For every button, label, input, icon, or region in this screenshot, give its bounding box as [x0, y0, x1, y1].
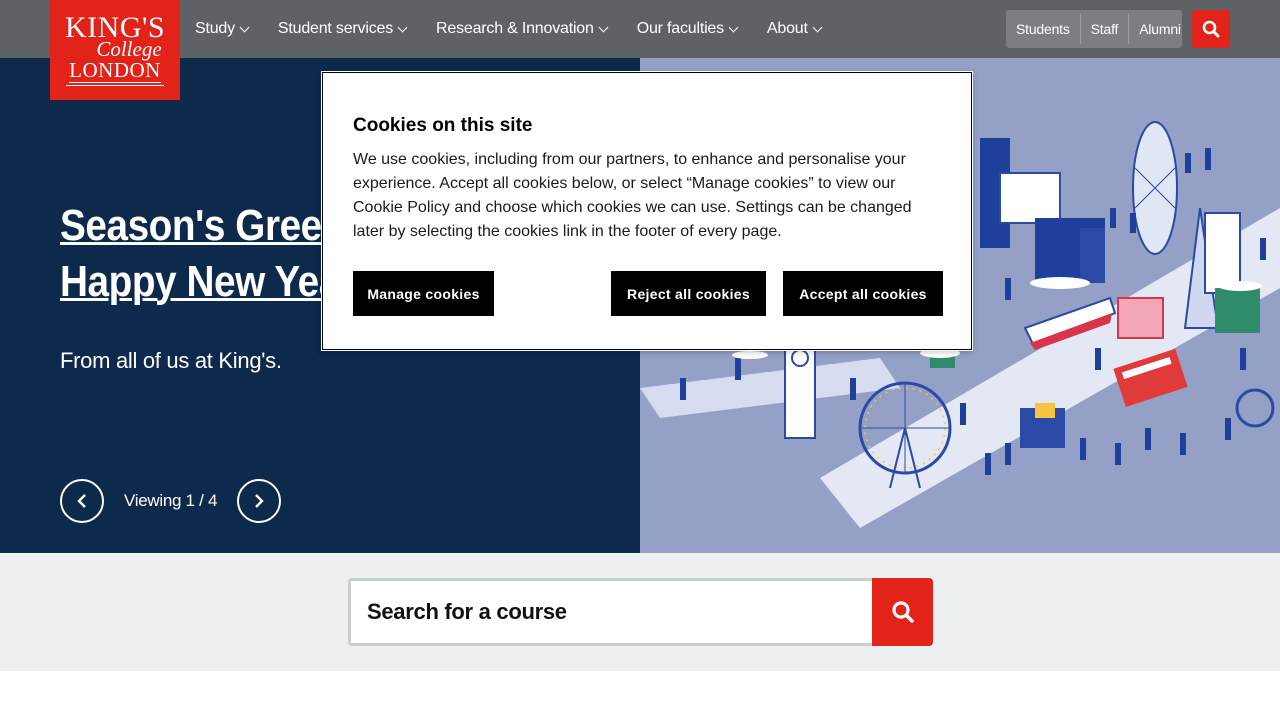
course-search-button[interactable] — [872, 578, 933, 646]
cookie-dialog-title: Cookies on this site — [353, 115, 533, 136]
search-icon — [891, 601, 914, 623]
header-search-button[interactable] — [1192, 10, 1230, 48]
carousel-position: Viewing 1 / 4 — [124, 491, 218, 510]
course-search-band — [0, 553, 1280, 671]
nav-study[interactable]: Study — [195, 20, 250, 38]
reject-all-cookies-button[interactable]: Reject all cookies — [611, 271, 766, 316]
chevron-down-icon — [728, 22, 739, 32]
chevron-down-icon — [239, 22, 250, 32]
kings-college-london-logo[interactable]: KING'S College LONDON — [50, 0, 180, 100]
nav-about[interactable]: About — [766, 20, 823, 38]
nav-label: Research & Innovation — [436, 20, 594, 37]
manage-cookies-button[interactable]: Manage cookies — [353, 271, 494, 316]
audience-links: Students Staff Alumni — [1006, 10, 1182, 48]
audience-alumni-link[interactable]: Alumni — [1129, 14, 1191, 44]
carousel-controls: Viewing 1 / 4 — [60, 479, 282, 523]
audience-staff-link[interactable]: Staff — [1081, 14, 1130, 44]
accept-all-cookies-button[interactable]: Accept all cookies — [783, 271, 943, 316]
audience-students-link[interactable]: Students — [1006, 14, 1081, 44]
logo-line-2: College — [96, 36, 162, 61]
nav-our-faculties[interactable]: Our faculties — [636, 20, 739, 38]
cookie-consent-dialog: Cookies on this site We use cookies, inc… — [322, 72, 972, 350]
logo-rule — [66, 84, 164, 86]
logo-line-3: LONDON — [69, 57, 161, 83]
chevron-down-icon — [598, 22, 609, 32]
nav-research-innovation[interactable]: Research & Innovation — [436, 20, 609, 38]
chevron-right-icon — [255, 494, 264, 508]
hero-subtitle: From all of us at King's. — [60, 348, 282, 373]
nav-label: About — [766, 20, 808, 37]
course-search-input[interactable] — [348, 578, 874, 646]
nav-label: Student services — [277, 20, 394, 37]
nav-student-services[interactable]: Student services — [277, 20, 408, 38]
carousel-next-button[interactable] — [237, 479, 282, 523]
main-nav: Study Student services Research & Innova… — [195, 0, 851, 58]
chevron-down-icon — [397, 22, 408, 32]
top-navigation-bar: Study Student services Research & Innova… — [0, 0, 1280, 58]
chevron-left-icon — [77, 494, 86, 508]
nav-label: Our faculties — [636, 20, 724, 37]
search-icon — [1202, 20, 1220, 38]
carousel-previous-button[interactable] — [60, 479, 104, 523]
chevron-down-icon — [812, 22, 823, 32]
cookie-dialog-body: We use cookies, including from our partn… — [353, 151, 912, 240]
nav-label: Study — [195, 20, 235, 37]
